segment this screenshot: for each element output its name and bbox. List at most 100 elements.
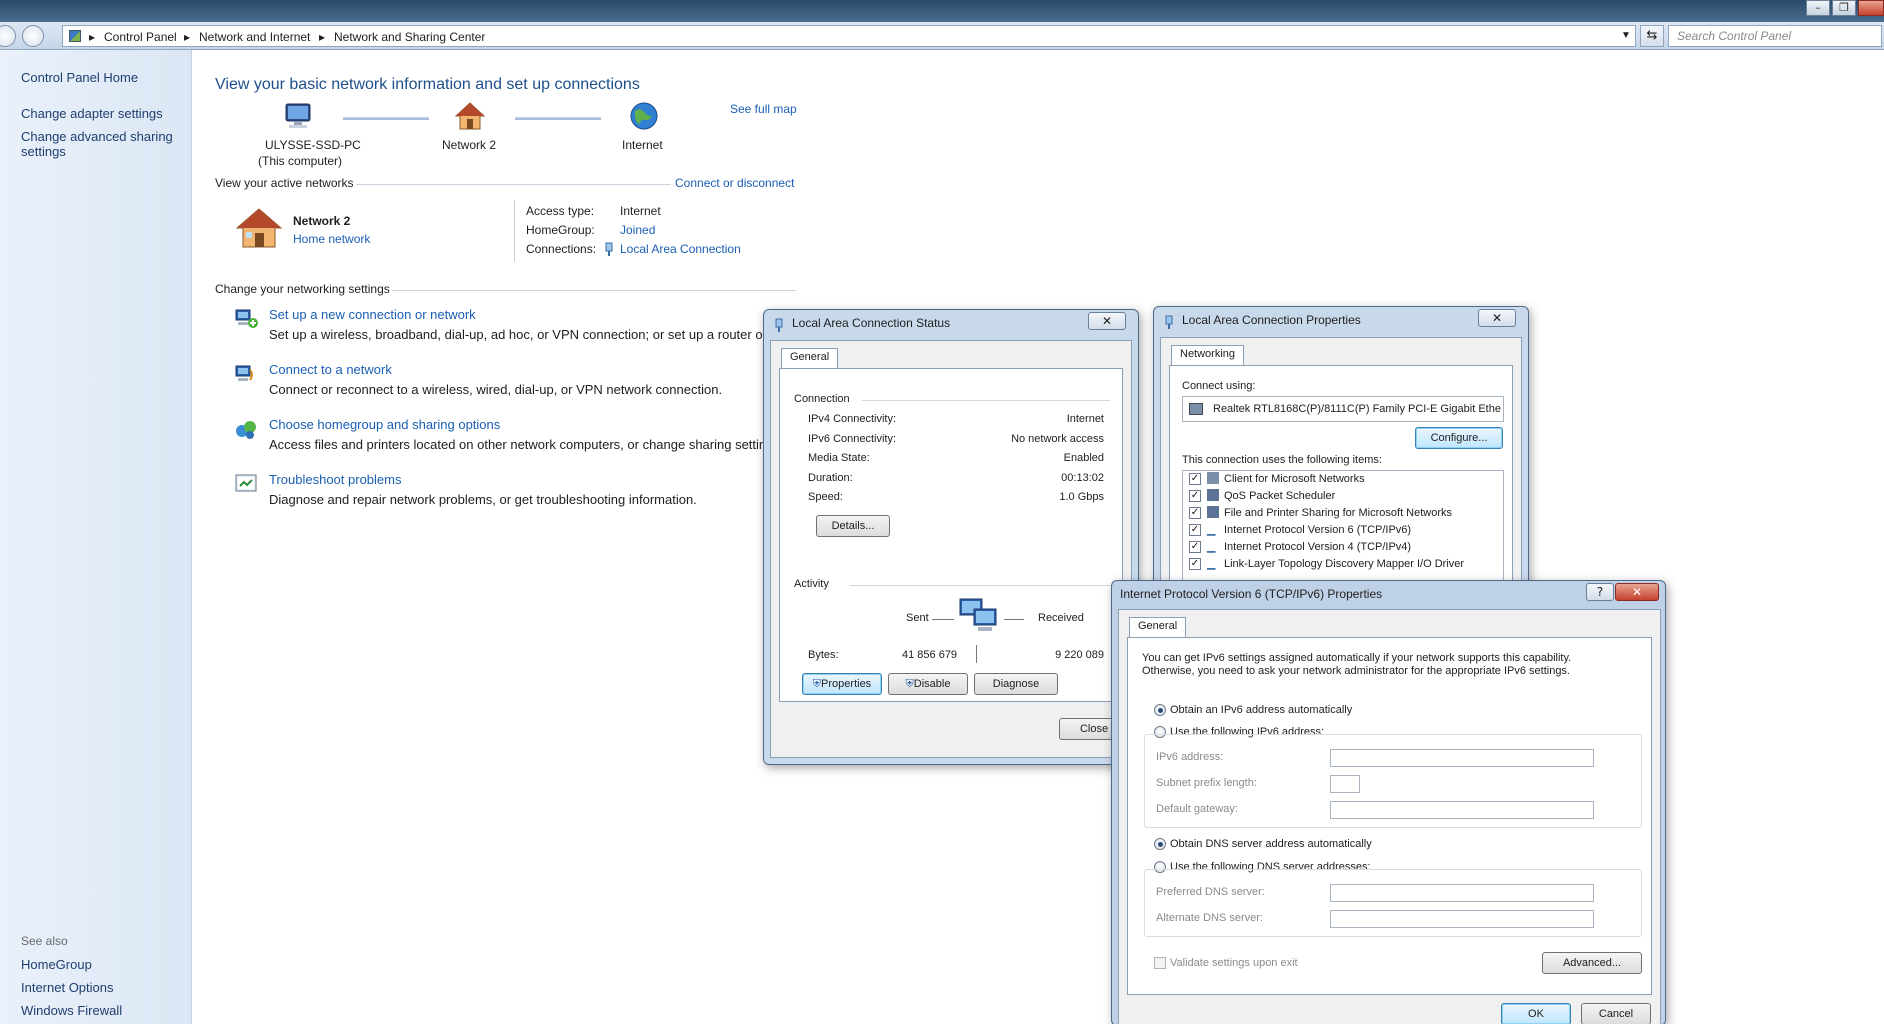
diagnose-button[interactable]: Diagnose <box>974 673 1058 695</box>
obtain-dns-auto-radio[interactable] <box>1154 838 1166 850</box>
disable-button-label: Disable <box>913 678 951 690</box>
window-title-bar: – ❐ <box>0 0 1884 22</box>
list-item[interactable]: ✓ QoS Packet Scheduler <box>1183 488 1503 505</box>
help-button[interactable]: ? <box>1586 583 1614 601</box>
ok-button[interactable]: OK <box>1501 1003 1571 1024</box>
list-item[interactable]: ✓ ▁ Internet Protocol Version 6 (TCP/IPv6) <box>1183 522 1503 539</box>
computer-subtitle: (This computer) <box>258 154 343 168</box>
change-advanced-sharing-link[interactable]: Change advanced sharing <box>21 129 173 144</box>
refresh-icon[interactable]: ⇆ <box>1640 25 1664 47</box>
validate-settings-checkbox[interactable] <box>1154 957 1166 969</box>
breadcrumb-arrow-icon[interactable]: ▸ <box>184 30 190 44</box>
dialog-title: Local Area Connection Status <box>792 316 951 330</box>
forward-button[interactable] <box>22 25 44 47</box>
change-advanced-sharing-link-line2[interactable]: settings <box>21 144 66 159</box>
close-button[interactable]: ✕ <box>1088 312 1126 330</box>
list-item[interactable]: ✓ Client for Microsoft Networks <box>1183 471 1503 488</box>
local-area-connection-link[interactable]: Local Area Connection <box>620 242 741 256</box>
default-gateway-input[interactable] <box>1330 801 1594 819</box>
cancel-button[interactable]: Cancel <box>1581 1003 1651 1024</box>
list-item[interactable]: ✓ ▁ Internet Protocol Version 4 (TCP/IPv4) <box>1183 539 1503 556</box>
default-gateway-label: Default gateway: <box>1156 803 1238 815</box>
breadcrumb-control-panel[interactable]: Control Panel <box>104 30 177 44</box>
address-field[interactable]: ▸ Control Panel ▸ Network and Internet ▸… <box>62 25 1636 47</box>
breadcrumb-arrow-icon[interactable]: ▸ <box>319 30 325 44</box>
house-icon <box>234 206 284 250</box>
close-button[interactable]: ✕ <box>1615 583 1659 601</box>
shield-icon: ⛨ <box>812 678 822 690</box>
globe-icon[interactable] <box>629 101 659 131</box>
homegroup-sharing-options-description: Access files and printers located on oth… <box>269 437 784 452</box>
breadcrumb-network-internet[interactable]: Network and Internet <box>199 30 310 44</box>
window-close-button[interactable] <box>1858 0 1884 16</box>
configure-button[interactable]: Configure... <box>1415 427 1503 449</box>
obtain-ipv6-auto-label[interactable]: Obtain an IPv6 address automatically <box>1170 704 1352 716</box>
page-title: View your basic network information and … <box>215 76 640 93</box>
subnet-prefix-label: Subnet prefix length: <box>1156 777 1257 789</box>
ipv6-address-input[interactable] <box>1330 749 1594 767</box>
see-full-map-link[interactable]: See full map <box>730 102 797 116</box>
list-item[interactable]: ✓ ▁ Link-Layer Topology Discovery Mapper I… <box>1183 556 1503 573</box>
tab-general[interactable]: General <box>781 348 839 368</box>
protocol-icon: ▁ <box>1207 541 1216 553</box>
homegroup-sharing-options-link[interactable]: Choose homegroup and sharing options <box>269 417 500 432</box>
disable-button[interactable]: ⛨Disable <box>888 673 968 695</box>
map-connector-line <box>515 117 601 120</box>
breadcrumb-network-sharing-center[interactable]: Network and Sharing Center <box>334 30 485 44</box>
windows-firewall-link[interactable]: Windows Firewall <box>21 1003 122 1018</box>
internet-options-link[interactable]: Internet Options <box>21 980 114 995</box>
adapter-field: Realtek RTL8168C(P)/8111C(P) Family PCI-… <box>1182 396 1504 422</box>
properties-button[interactable]: ⛨Properties <box>802 673 882 695</box>
computer-name: ULYSSE-SSD-PC <box>265 138 361 152</box>
advanced-button[interactable]: Advanced... <box>1542 952 1642 974</box>
homegroup-icon <box>234 417 258 441</box>
network-service-icon <box>1207 506 1219 518</box>
ethernet-icon <box>604 242 614 256</box>
house-icon[interactable] <box>454 100 486 132</box>
close-button[interactable]: ✕ <box>1478 309 1516 327</box>
speed-label: Speed: <box>808 491 843 503</box>
divider <box>932 619 954 620</box>
details-button[interactable]: Details... <box>816 515 890 537</box>
troubleshoot-problems-link[interactable]: Troubleshoot problems <box>269 472 401 487</box>
control-panel-home-link[interactable]: Control Panel Home <box>21 70 138 85</box>
tab-networking[interactable]: Networking <box>1171 345 1245 365</box>
bytes-label: Bytes: <box>808 649 839 661</box>
obtain-dns-auto-label[interactable]: Obtain DNS server address automatically <box>1170 838 1372 850</box>
item-label: Internet Protocol Version 4 (TCP/IPv4) <box>1224 541 1412 553</box>
duration-value: 00:13:02 <box>1061 472 1104 484</box>
connection-section-heading: Connection <box>794 393 850 405</box>
subnet-prefix-input[interactable] <box>1330 775 1360 793</box>
access-type-label: Access type: <box>526 204 595 218</box>
maximize-button[interactable]: ❐ <box>1832 0 1856 16</box>
back-button[interactable] <box>0 25 16 47</box>
connect-to-network-link[interactable]: Connect to a network <box>269 362 392 377</box>
homegroup-joined-link[interactable]: Joined <box>620 223 655 237</box>
chevron-down-icon[interactable]: ▼ <box>1621 30 1631 41</box>
minimize-button[interactable]: – <box>1806 0 1830 16</box>
adapter-name: Realtek RTL8168C(P)/8111C(P) Family PCI-… <box>1213 403 1501 415</box>
setup-new-connection-link[interactable]: Set up a new connection or network <box>269 307 476 322</box>
search-input[interactable]: Search Control Panel <box>1668 25 1882 47</box>
change-adapter-settings-link[interactable]: Change adapter settings <box>21 106 163 121</box>
tab-general[interactable]: General <box>1129 617 1187 637</box>
divider <box>976 645 977 663</box>
preferred-dns-input[interactable] <box>1330 884 1594 902</box>
network-service-icon <box>1207 489 1219 501</box>
alternate-dns-input[interactable] <box>1330 910 1594 928</box>
network-type-link[interactable]: Home network <box>293 232 370 246</box>
network-activity-icon <box>958 595 1000 637</box>
homegroup-label: HomeGroup: <box>526 223 595 237</box>
protocol-icon: ▁ <box>1207 558 1216 570</box>
list-item[interactable]: ✓ File and Printer Sharing for Microsoft … <box>1183 505 1503 522</box>
divider <box>1004 619 1024 620</box>
shield-icon: ⛨ <box>905 678 914 690</box>
troubleshoot-icon <box>234 472 258 496</box>
divider <box>392 290 796 291</box>
homegroup-link[interactable]: HomeGroup <box>21 957 92 972</box>
connect-or-disconnect-link[interactable]: Connect or disconnect <box>675 176 794 190</box>
validate-settings-label[interactable]: Validate settings upon exit <box>1170 957 1298 969</box>
ipv4-connectivity-value: Internet <box>1066 413 1104 425</box>
breadcrumb-arrow-icon[interactable]: ▸ <box>89 30 95 44</box>
obtain-ipv6-auto-radio[interactable] <box>1154 704 1166 716</box>
